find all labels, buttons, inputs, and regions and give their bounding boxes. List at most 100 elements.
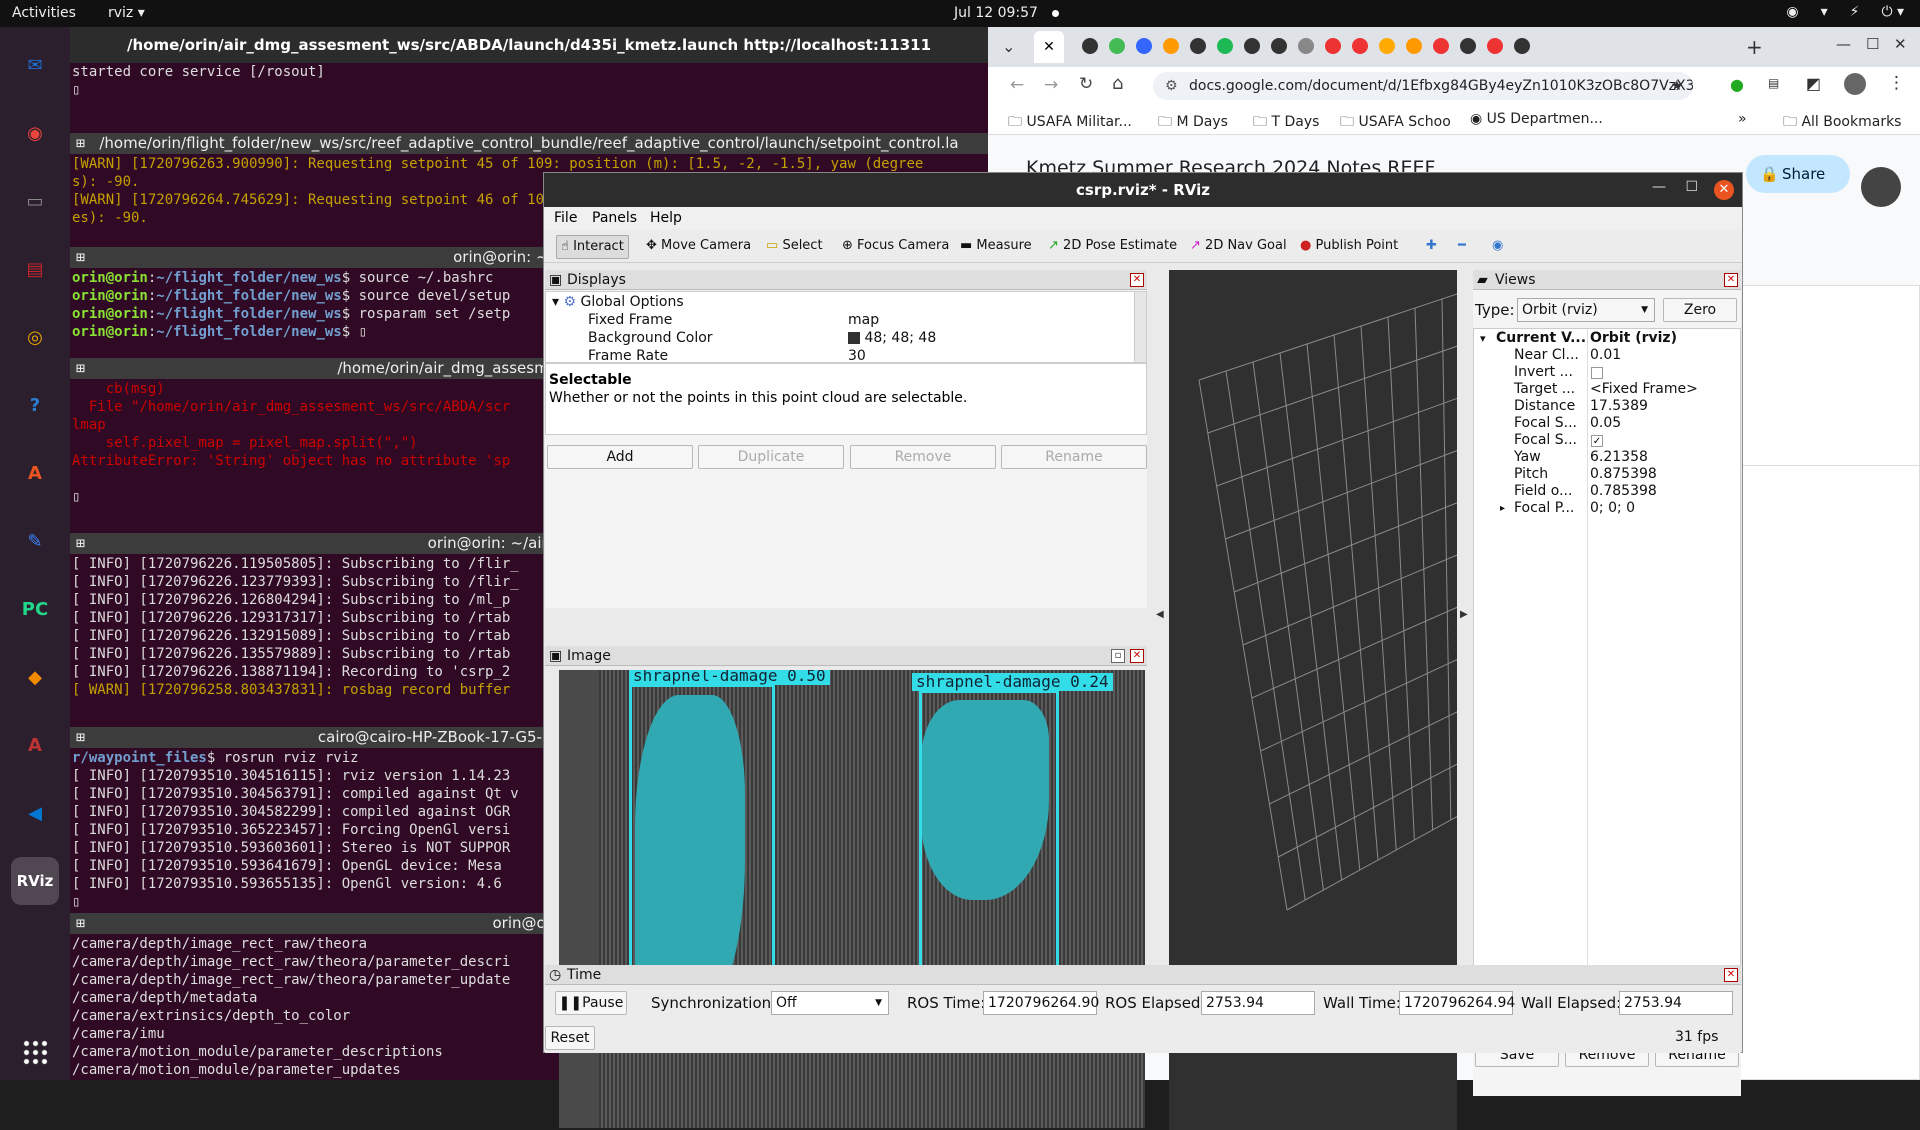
tab-favicon-icon[interactable] — [1487, 38, 1503, 54]
view-property-value[interactable]: 0.01 — [1590, 347, 1621, 364]
view-property-value[interactable]: 0; 0; 0 — [1590, 500, 1635, 517]
view-property-key[interactable]: Target ... — [1514, 381, 1575, 398]
wall-elapsed-field[interactable]: 2753.94 — [1619, 991, 1733, 1015]
tool-interact[interactable]: ☝ Interact — [556, 235, 629, 259]
minimize-icon[interactable]: — — [1836, 35, 1851, 53]
view-property-key[interactable]: Focal S... — [1514, 415, 1577, 432]
displays-close-icon[interactable]: ✕ — [1130, 273, 1144, 287]
dock-rhythmbox-icon[interactable]: ◎ — [11, 313, 59, 361]
all-bookmarks[interactable]: 🗀 All Bookmarks — [1783, 111, 1901, 135]
expand-arrow-icon[interactable]: ▸ — [1500, 500, 1505, 517]
tool-properties-icon[interactable]: ◉ — [1488, 235, 1507, 259]
tab-icons[interactable] — [1082, 38, 1530, 54]
dock-vscode-icon[interactable]: ◀ — [11, 789, 59, 837]
view-property-value[interactable]: 0.875398 — [1590, 466, 1657, 483]
tool-move-camera[interactable]: ✥ Move Camera — [642, 235, 755, 259]
chrome-menu-icon[interactable]: ⋮ — [1888, 73, 1905, 93]
power-icon[interactable]: ⏻ ▾ — [1881, 4, 1904, 20]
ros-time-field[interactable]: 1720796264.90 — [983, 991, 1099, 1015]
extension-icon[interactable]: ● — [1730, 75, 1744, 94]
view-property-key[interactable]: Focal S... — [1514, 432, 1577, 449]
dock-app-orange-icon[interactable]: ◆ — [11, 653, 59, 701]
view-property-value[interactable]: 0.05 — [1590, 415, 1621, 432]
view-property-key[interactable]: Yaw — [1514, 449, 1541, 466]
remove-tool-icon[interactable]: ━ — [1454, 235, 1470, 259]
dock-chrome-icon[interactable]: ◉ — [11, 109, 59, 157]
terminal-pane-header[interactable]: ⊞ /home/orin/flight_folder/new_ws/src/ree… — [70, 133, 988, 154]
tab-favicon-icon[interactable] — [1325, 38, 1341, 54]
tool-select[interactable]: ▭ Select — [762, 235, 827, 259]
current-view-key[interactable]: Current V... — [1496, 330, 1586, 347]
views-tree[interactable]: ▾ Current V... Orbit (rviz) Near Cl... 0.01 I… — [1473, 328, 1741, 984]
bookmark-folder[interactable]: 🗀 USAFA Schoo — [1340, 111, 1451, 135]
network-icon[interactable]: ▾ — [1821, 4, 1828, 20]
tab-favicon-icon[interactable] — [1136, 38, 1152, 54]
duplicate-button[interactable]: Duplicate — [698, 445, 844, 469]
dock-editor-icon[interactable]: ✎ — [11, 517, 59, 565]
view-property-value[interactable]: 17.5389 — [1590, 398, 1648, 415]
app-menu[interactable]: rviz ▾ — [108, 5, 145, 21]
tab-favicon-icon[interactable] — [1460, 38, 1476, 54]
clock[interactable]: Jul 12 09:57 — [954, 5, 1038, 21]
view-property-key[interactable]: Focal P... — [1514, 500, 1574, 517]
views-close-icon[interactable]: ✕ — [1724, 273, 1738, 287]
displays-tree[interactable]: ▾ ⚙ Global Options Fixed Frame map Backg… — [545, 291, 1147, 363]
dock-pycharm-icon[interactable]: PC — [11, 585, 59, 633]
tab-favicon-icon[interactable] — [1433, 38, 1449, 54]
bookmark-folder[interactable]: 🗀 T Days — [1253, 111, 1319, 135]
new-tab-icon[interactable]: + — [1746, 35, 1763, 59]
doc-page[interactable] — [1740, 465, 1920, 1080]
current-view-value[interactable]: Orbit (rviz) — [1590, 330, 1677, 347]
forward-icon[interactable]: → — [1044, 75, 1058, 95]
image-close-icon[interactable]: ✕ — [1130, 649, 1144, 663]
dock-software-icon[interactable]: A — [11, 449, 59, 497]
wall-time-field[interactable]: 1720796264.94 — [1399, 991, 1515, 1015]
bookmark-folder[interactable]: 🗀 M Days — [1158, 111, 1228, 135]
tab-strip[interactable]: ⌄ ✕ + — ☐ ✕ — [988, 27, 1920, 67]
reload-icon[interactable]: ↻ — [1079, 74, 1093, 94]
tab-favicon-icon[interactable] — [1163, 38, 1179, 54]
view-property-value[interactable]: 0.785398 — [1590, 483, 1657, 500]
pause-button[interactable]: ❚❚Pause — [555, 991, 627, 1015]
fixed-frame-key[interactable]: Fixed Frame — [588, 311, 672, 329]
collapse-right-icon[interactable]: ▶ — [1460, 609, 1468, 620]
background-color-value[interactable]: 48; 48; 48 — [848, 329, 936, 347]
show-apps-icon[interactable] — [22, 1039, 48, 1065]
dock-app-red-icon[interactable]: ▤ — [11, 245, 59, 293]
dock-files-icon[interactable]: ▭ — [11, 177, 59, 225]
back-icon[interactable]: ← — [1010, 75, 1024, 95]
tab-favicon-icon[interactable] — [1082, 38, 1098, 54]
menu-file[interactable]: File — [554, 210, 577, 226]
fixed-frame-value[interactable]: map — [848, 311, 879, 329]
url-field[interactable]: ⚙ docs.google.com/document/d/1Efbxg84GBy4… — [1153, 72, 1693, 100]
tab-favicon-icon[interactable] — [1190, 38, 1206, 54]
time-close-icon[interactable]: ✕ — [1724, 968, 1738, 982]
tool-measure[interactable]: ▬ Measure — [956, 235, 1036, 259]
tab-favicon-icon[interactable] — [1217, 38, 1233, 54]
view-property-value[interactable]: <Fixed Frame> — [1590, 381, 1698, 398]
type-select[interactable]: Orbit (rviz) ▼ — [1517, 298, 1655, 322]
tool-2d-pose-estimate[interactable]: ↗ 2D Pose Estimate — [1044, 235, 1181, 259]
bookmark-link[interactable]: ◉ US Departmen... — [1470, 111, 1603, 127]
tab-favicon-icon[interactable] — [1514, 38, 1530, 54]
tool-publish-point[interactable]: ● Publish Point — [1296, 235, 1402, 259]
system-tray[interactable]: ◉ ▾ ⚡ ⏻ ▾ — [1786, 4, 1904, 20]
invert-checkbox[interactable] — [1591, 367, 1603, 379]
frame-rate-value[interactable]: 30 — [848, 347, 866, 362]
dock-help-icon[interactable]: ? — [11, 381, 59, 429]
background-color-key[interactable]: Background Color — [588, 329, 713, 347]
view-property-key[interactable]: Near Cl... — [1514, 347, 1579, 364]
tab-favicon-icon[interactable] — [1244, 38, 1260, 54]
account-avatar[interactable] — [1861, 167, 1901, 207]
profile-avatar[interactable] — [1844, 73, 1866, 95]
rviz-window[interactable]: csrp.rviz* - RViz — ☐ ✕ File Panels Help… — [543, 172, 1743, 1130]
tab-search-icon[interactable]: ⌄ — [1002, 37, 1015, 56]
undock-icon[interactable]: ▫ — [1111, 649, 1125, 663]
expand-arrow-icon[interactable]: ▾ — [1480, 330, 1486, 347]
maximize-icon[interactable]: ☐ — [1866, 35, 1879, 53]
scrollbar[interactable] — [1134, 292, 1146, 362]
view-property-key[interactable]: Invert ... — [1514, 364, 1573, 381]
view-property-key[interactable]: Distance — [1514, 398, 1575, 415]
tab-favicon-icon[interactable] — [1379, 38, 1395, 54]
rename-button[interactable]: Rename — [1001, 445, 1147, 469]
